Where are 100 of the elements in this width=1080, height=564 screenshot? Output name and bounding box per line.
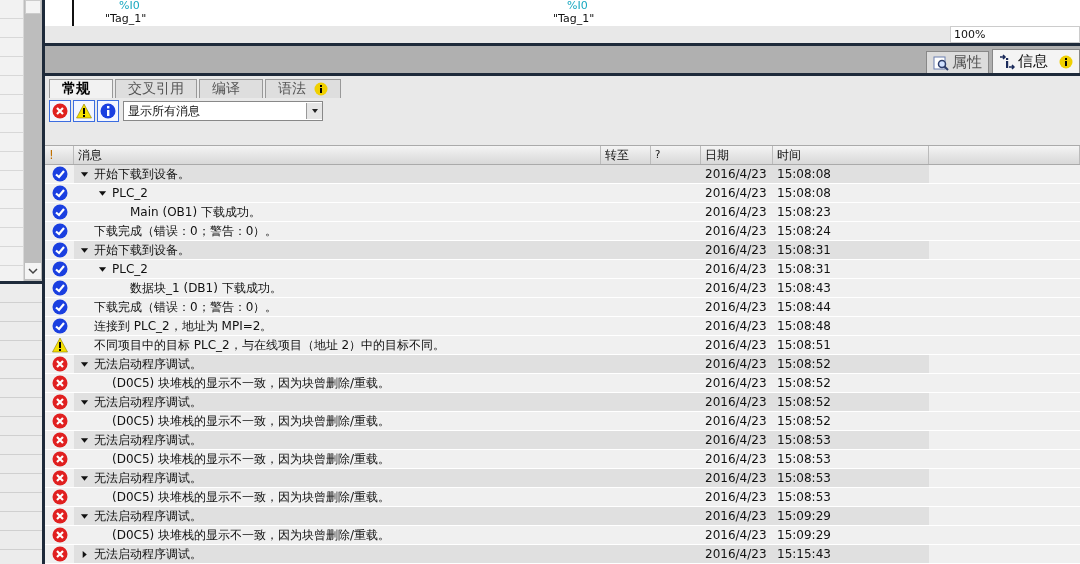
message-row[interactable]: PLC_2 2016/4/23 15:08:08 [45,184,1080,203]
zoom-field[interactable]: 100% [950,26,1080,43]
expand-toggle-icon[interactable] [79,473,89,483]
message-text: PLC_2 [112,262,148,276]
success-check-icon [51,166,68,182]
message-row[interactable]: 无法启动程序调试。 2016/4/23 15:08:52 [45,355,1080,374]
message-row[interactable]: 无法启动程序调试。 2016/4/23 15:09:29 [45,507,1080,526]
message-text: 无法启动程序调试。 [94,545,202,563]
message-row[interactable]: PLC_2 2016/4/23 15:08:31 [45,260,1080,279]
error-icon [51,356,68,372]
error-icon [51,375,68,391]
scroll-down-icon[interactable] [25,263,42,279]
inspector-tab[interactable]: 信息 [992,49,1080,73]
message-row[interactable]: 数据块_1 (DB1) 下载成功。 2016/4/23 15:08:43 [45,279,1080,298]
info-arrows-icon [999,53,1015,70]
message-text: 连接到 PLC_2，地址为 MPI=2。 [94,317,273,335]
operand-address: %I0 [118,0,141,12]
tab[interactable]: 语法 [265,79,341,98]
message-row[interactable]: 开始下载到设备。 2016/4/23 15:08:08 [45,165,1080,184]
info-icon [100,103,116,119]
date-cell: 2016/4/23 [705,262,767,276]
date-cell: 2016/4/23 [705,395,767,409]
date-cell: 2016/4/23 [705,205,767,219]
error-icon [51,546,68,562]
time-cell: 15:08:08 [777,167,831,181]
operand-tag: "Tag_1" [105,12,147,25]
column-header[interactable]: 转至 [601,146,651,164]
success-check-icon [51,185,68,201]
expand-toggle-icon[interactable] [79,245,89,255]
time-cell: 15:08:23 [777,205,831,219]
filter-button[interactable] [73,100,95,122]
date-cell: 2016/4/23 [705,414,767,428]
expand-toggle-icon[interactable] [79,169,89,179]
expand-toggle-icon[interactable] [79,397,89,407]
date-cell: 2016/4/23 [705,186,767,200]
message-row[interactable]: 无法启动程序调试。 2016/4/23 15:15:43 [45,545,1080,564]
message-row[interactable]: 无法启动程序调试。 2016/4/23 15:08:53 [45,469,1080,488]
date-cell: 2016/4/23 [705,509,767,523]
message-row[interactable]: 连接到 PLC_2，地址为 MPI=2。 2016/4/23 15:08:48 [45,317,1080,336]
message-text: PLC_2 [112,186,148,200]
scrollbar[interactable] [24,0,42,281]
tab[interactable]: 交叉引用 [115,79,197,98]
scroll-thumb[interactable] [25,0,41,14]
success-check-icon [51,223,68,239]
expand-toggle-icon[interactable] [97,188,107,198]
tab[interactable]: 常规 [49,79,113,98]
message-row[interactable]: 无法启动程序调试。 2016/4/23 15:08:52 [45,393,1080,412]
message-text: 开始下载到设备。 [94,241,190,259]
magnifier-icon [933,54,949,71]
expand-toggle-icon[interactable] [97,264,107,274]
message-text: 下载完成（错误：0；警告：0）。 [94,298,278,316]
message-text: (D0C5) 块堆栈的显示不一致，因为块曾删除/重载。 [112,450,391,468]
time-cell: 15:08:52 [777,376,831,390]
date-cell: 2016/4/23 [705,319,767,333]
column-header[interactable]: 时间 [773,146,929,164]
time-cell: 15:08:51 [777,338,831,352]
success-check-icon [51,261,68,277]
message-filter-dropdown[interactable]: 显示所有消息 [123,101,323,121]
column-header[interactable]: 消息 [74,146,601,164]
time-cell: 15:08:24 [777,224,831,238]
info-icon [1059,54,1073,69]
date-cell: 2016/4/23 [705,300,767,314]
message-row[interactable]: 下载完成（错误：0；警告：0）。 2016/4/23 15:08:44 [45,298,1080,317]
time-cell: 15:08:52 [777,357,831,371]
error-icon [51,470,68,486]
error-icon [51,527,68,543]
message-row[interactable]: 开始下载到设备。 2016/4/23 15:08:31 [45,241,1080,260]
message-text: 无法启动程序调试。 [94,393,202,411]
success-check-icon [51,299,68,315]
date-cell: 2016/4/23 [705,528,767,542]
time-cell: 15:08:52 [777,395,831,409]
filter-button[interactable] [97,100,119,122]
error-icon [51,413,68,429]
message-text: 数据块_1 (DB1) 下载成功。 [130,279,282,297]
column-header[interactable]: ? [651,146,701,164]
date-cell: 2016/4/23 [705,376,767,390]
message-text: 无法启动程序调试。 [94,431,202,449]
date-cell: 2016/4/23 [705,281,767,295]
tab[interactable]: 编译 [199,79,263,98]
time-cell: 15:09:29 [777,528,831,542]
expand-toggle-icon[interactable] [79,435,89,445]
expand-toggle-icon[interactable] [79,511,89,521]
column-header[interactable]: 日期 [701,146,773,164]
message-text: (D0C5) 块堆栈的显示不一致，因为块曾删除/重载。 [112,488,391,506]
info-icon [314,82,328,96]
message-text: (D0C5) 块堆栈的显示不一致，因为块曾删除/重载。 [112,374,391,392]
time-cell: 15:08:31 [777,243,831,257]
error-icon [51,432,68,448]
expand-toggle-icon[interactable] [79,359,89,369]
message-text: 无法启动程序调试。 [94,355,202,373]
time-cell: 15:09:29 [777,509,831,523]
message-row[interactable]: Main (OB1) 下载成功。 2016/4/23 15:08:23 [45,203,1080,222]
message-row[interactable]: 无法启动程序调试。 2016/4/23 15:08:53 [45,431,1080,450]
inspector-tab[interactable]: 属性 [926,51,989,73]
message-text: 无法启动程序调试。 [94,507,202,525]
warning-icon [76,103,92,119]
error-icon [51,451,68,467]
message-text: 无法启动程序调试。 [94,469,202,487]
success-check-icon [51,280,68,296]
time-cell: 15:08:08 [777,186,831,200]
